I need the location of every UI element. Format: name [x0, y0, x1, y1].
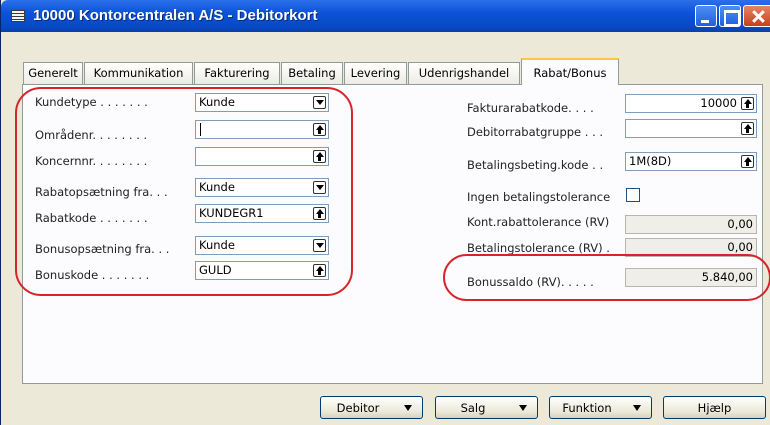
debitorkort-window: 10000 Kontorcentralen A/S - Debitorkort …: [0, 0, 770, 425]
lookup-arrow-icon[interactable]: [741, 122, 754, 135]
tab-generelt[interactable]: Generelt: [23, 62, 83, 84]
form-icon: [11, 10, 25, 22]
kundetype-label: Kundetype . . . . . . .: [35, 95, 148, 109]
betalingsbeting-field[interactable]: 1M(8D): [625, 152, 757, 171]
debitorrabatgruppe-label: Debitorrabatgruppe . . .: [467, 125, 604, 139]
kundetype-field[interactable]: Kunde: [195, 93, 329, 112]
debitor-button[interactable]: Debitor: [320, 396, 423, 419]
lookup-arrow-icon[interactable]: [741, 97, 754, 110]
koncernnr-label: Koncernnr. . . . . . . .: [35, 154, 148, 168]
tab-fakturering[interactable]: Fakturering: [194, 62, 280, 84]
betalingsbeting-label: Betalingsbeting.kode . .: [467, 158, 604, 172]
lookup-arrow-icon[interactable]: [313, 150, 326, 163]
lookup-arrow-icon[interactable]: [313, 123, 326, 136]
bonusopsaetning-field[interactable]: Kunde: [195, 236, 329, 255]
rabatkode-label: Rabatkode . . . . . . .: [35, 211, 148, 225]
ingen-betalingstolerance-label: Ingen betalingstolerance: [467, 190, 611, 204]
dropdown-arrow-icon: [404, 405, 412, 411]
dropdown-arrow-icon: [519, 405, 527, 411]
debitorrabatgruppe-field[interactable]: [625, 119, 757, 138]
close-button[interactable]: [743, 5, 770, 27]
title-bar[interactable]: 10000 Kontorcentralen A/S - Debitorkort: [1, 0, 770, 32]
koncernnr-field[interactable]: [195, 147, 329, 166]
dropdown-arrow-icon: [633, 405, 641, 411]
omraadenr-field[interactable]: [195, 120, 329, 139]
rabatkode-field[interactable]: KUNDEGR1: [195, 204, 329, 223]
bonuskode-field[interactable]: GULD: [195, 261, 329, 280]
tab-betaling[interactable]: Betaling: [281, 62, 343, 84]
bonussaldo-label: Bonussaldo (RV). . . . .: [467, 275, 594, 289]
salg-button[interactable]: Salg: [435, 396, 538, 419]
dropdown-arrow-icon[interactable]: [313, 239, 326, 252]
betalingstolerance-field: 0,00: [625, 238, 757, 257]
tab-kommunikation[interactable]: Kommunikation: [84, 62, 193, 84]
betalingstolerance-label: Betalingstolerance (RV) .: [467, 241, 610, 255]
kont-rabattolerance-field: 0,00: [625, 215, 757, 234]
fakturarabatkode-field[interactable]: 10000: [625, 94, 757, 113]
rabatopsaetning-field[interactable]: Kunde: [195, 178, 329, 197]
text-cursor: [200, 123, 201, 136]
lookup-arrow-icon[interactable]: [741, 155, 754, 168]
bonussaldo-field[interactable]: 5.840,00: [625, 268, 757, 287]
lookup-arrow-icon[interactable]: [313, 207, 326, 220]
tab-levering[interactable]: Levering: [344, 62, 407, 84]
window-title: 10000 Kontorcentralen A/S - Debitorkort: [33, 7, 318, 24]
bonuskode-label: Bonuskode . . . . . . .: [35, 268, 150, 282]
bonusopsaetning-label: Bonusopsætning fra. . .: [35, 242, 170, 256]
tab-rabat-bonus[interactable]: Rabat/Bonus: [521, 58, 619, 85]
kont-rabattolerance-label: Kont.rabattolerance (RV): [467, 215, 610, 229]
lookup-arrow-icon[interactable]: [313, 264, 326, 277]
funktion-button[interactable]: Funktion: [549, 396, 652, 419]
rabatopsaetning-label: Rabatopsætning fra. . .: [35, 185, 168, 199]
omraadenr-label: Områdenr. . . . . . . .: [35, 128, 148, 142]
hjaelp-button[interactable]: Hjælp: [663, 396, 766, 419]
fakturarabatkode-label: Fakturarabatkode. . . .: [467, 101, 594, 115]
maximize-button[interactable]: [719, 5, 741, 27]
dropdown-arrow-icon[interactable]: [313, 96, 326, 109]
ingen-betalingstolerance-checkbox[interactable]: [626, 188, 640, 202]
dropdown-arrow-icon[interactable]: [313, 181, 326, 194]
minimize-button[interactable]: [695, 5, 717, 27]
tab-udenrigshandel[interactable]: Udenrigshandel: [408, 62, 520, 84]
